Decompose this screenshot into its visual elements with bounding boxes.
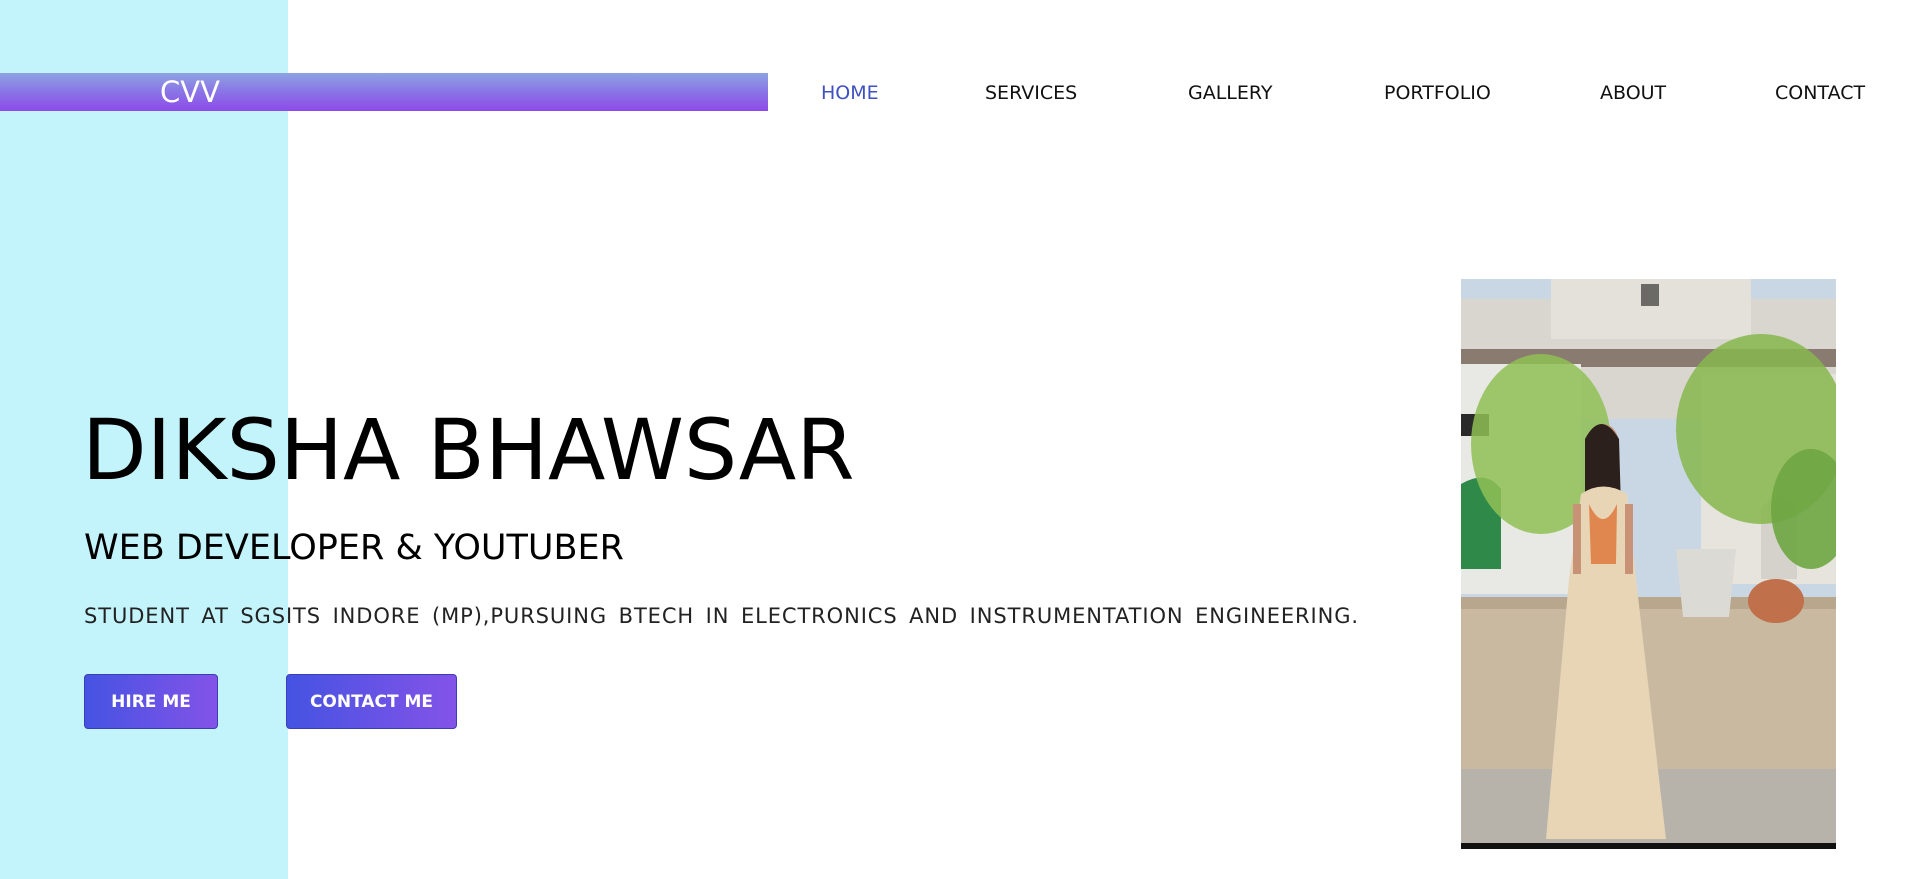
nav-item-portfolio[interactable]: PORTFOLIO [1384,78,1491,108]
hero-name: DIKSHA BHAWSAR [82,401,855,499]
contact-me-button[interactable]: CONTACT ME [286,674,457,729]
nav-item-contact[interactable]: CONTACT [1775,78,1865,108]
profile-photo [1461,279,1836,848]
hire-me-button[interactable]: HIRE ME [84,674,218,729]
page: CVV HOME SERVICES GALLERY PORTFOLIO ABOU… [0,0,1920,879]
hero-role: WEB DEVELOPER & YOUTUBER [84,528,624,568]
nav-item-home[interactable]: HOME [821,78,879,108]
hero-description: STUDENT AT SGSITS INDORE (MP),PURSUING B… [84,604,1360,628]
main-nav: HOME SERVICES GALLERY PORTFOLIO ABOUT CO… [0,78,1920,108]
nav-item-about[interactable]: ABOUT [1600,78,1666,108]
photo-bottom-border [1461,843,1836,849]
nav-item-services[interactable]: SERVICES [985,78,1077,108]
nav-item-gallery[interactable]: GALLERY [1188,78,1273,108]
